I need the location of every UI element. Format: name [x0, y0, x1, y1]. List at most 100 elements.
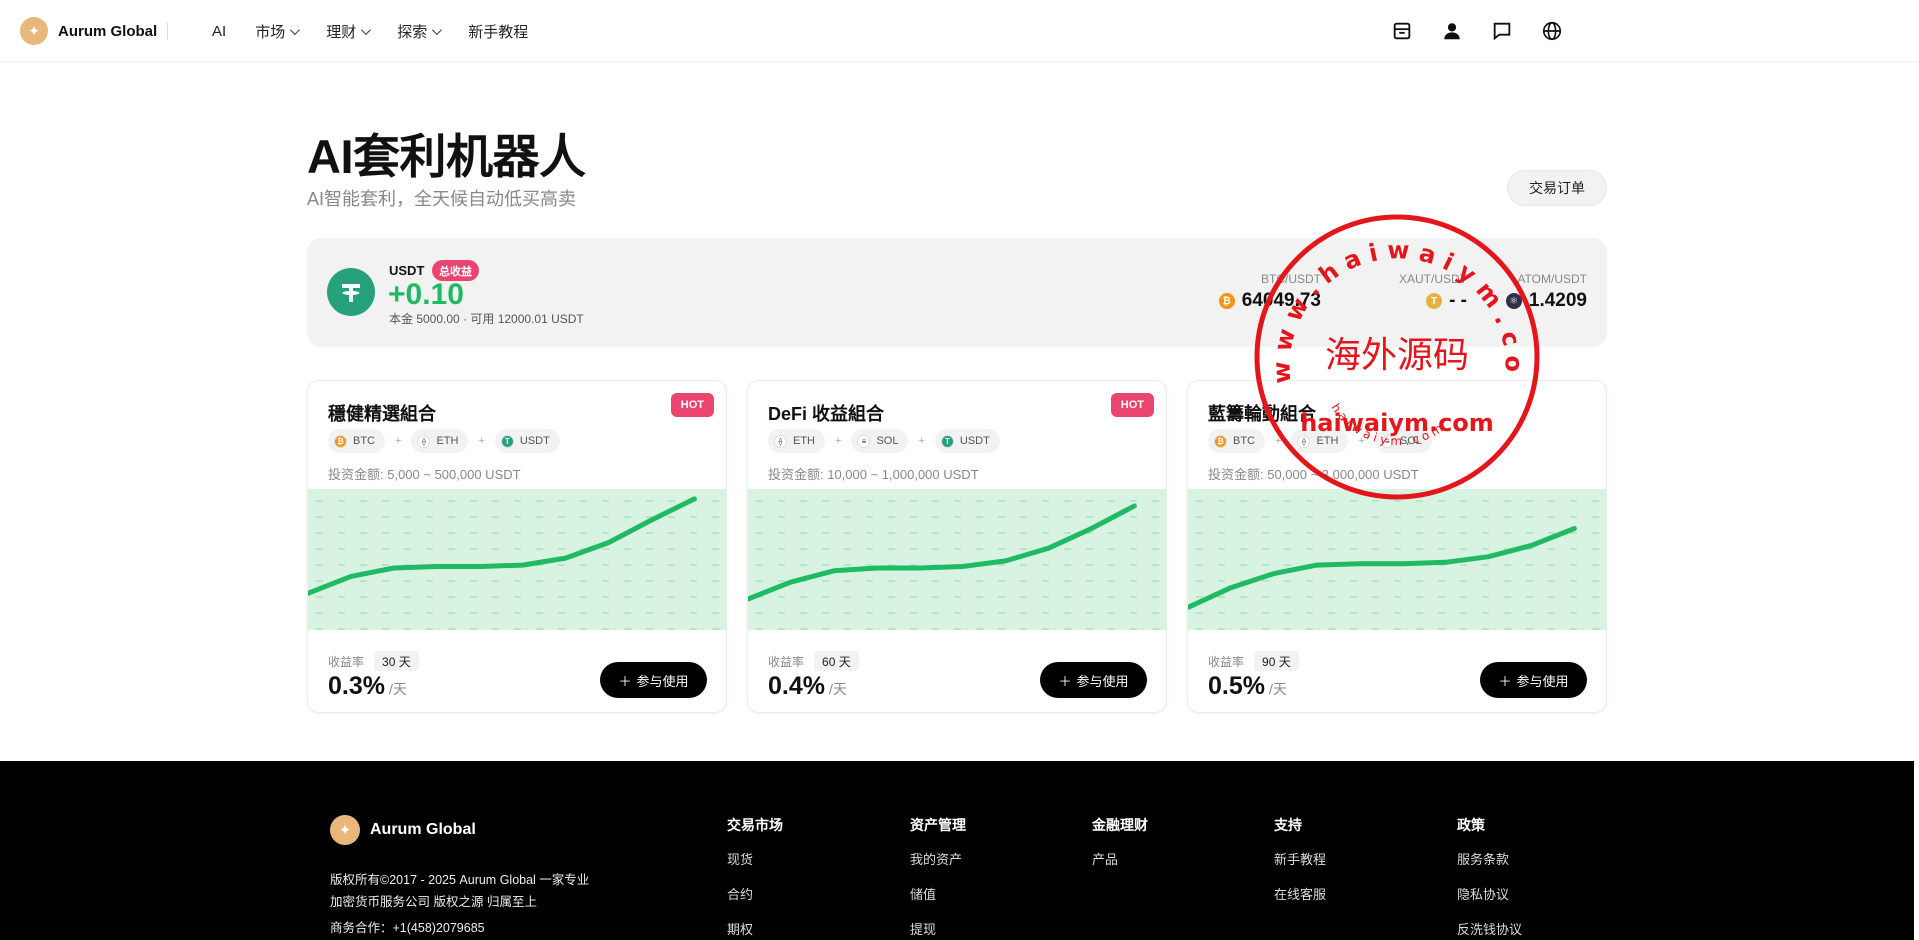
footer-column-title: 交易市场	[727, 817, 783, 833]
footer-column-title: 支持	[1274, 817, 1302, 833]
coin-icon: ≡	[857, 434, 871, 448]
inbox-icon[interactable]	[1391, 20, 1413, 42]
rate-unit: /天	[388, 681, 407, 697]
footer-brand[interactable]: ✦ Aurum Global	[330, 815, 476, 845]
join-button[interactable]: ＋参与使用	[1040, 662, 1147, 698]
footer: ✦ Aurum Global 版权所有©2017 - 2025 Aurum Gl…	[0, 761, 1914, 940]
top-header: ✦ Aurum Global AI 市场 理财 探索 新手教程	[0, 0, 1919, 62]
yield-chart-svg	[308, 496, 719, 630]
nav-item-market[interactable]: 市场	[255, 21, 301, 42]
footer-link[interactable]: 隐私协议	[1457, 884, 1522, 903]
coin-icon: T	[940, 434, 954, 448]
coin-icon: ₿	[334, 434, 347, 448]
coin-name: ETH	[436, 435, 459, 447]
nav-item-finance[interactable]: 理财	[326, 21, 372, 42]
ticker-btc[interactable]: BTC/USDT ₿ 64049.73	[1218, 272, 1321, 312]
coin-chip: ≡ SOL	[1374, 429, 1432, 453]
rate-unit: /天	[1268, 681, 1287, 697]
footer-link[interactable]: 期权	[727, 919, 783, 938]
footer-column-title: 资产管理	[910, 817, 966, 833]
footer-link[interactable]: 我的资产	[910, 849, 966, 868]
footer-column: 资产管理我的资产储值提现	[910, 815, 966, 940]
copyright-line: 版权所有©2017 - 2025 Aurum Global 一家专业	[330, 873, 590, 887]
ticker-atom[interactable]: ATOM/USDT ⚛ 1.4209	[1505, 272, 1587, 312]
ticker-xaut[interactable]: XAUT/USDT T - -	[1399, 272, 1467, 312]
plus-separator: +	[1358, 435, 1365, 447]
coin-chip: ₿ BTC	[1208, 429, 1265, 453]
coin-chip: T USDT	[934, 429, 1000, 453]
coin-list: ₿ BTC + ⟠ ETH + T USDT	[328, 429, 560, 453]
copyright-line: 加密货币服务公司 版权之源 归属至上	[330, 895, 537, 909]
nav-item-explore[interactable]: 探索	[397, 21, 443, 42]
business-contact: 商务合作：+1(458)2079685	[330, 921, 485, 935]
coin-icon: T	[500, 434, 514, 448]
footer-column: 支持新手教程在线客服	[1274, 815, 1326, 919]
daily-rate: 0.3%/天	[328, 672, 407, 701]
brand-name: Aurum Global	[58, 22, 158, 40]
nav-label: 理财	[326, 23, 357, 41]
plus-separator: +	[835, 435, 842, 447]
footer-link[interactable]: 合约	[727, 884, 783, 903]
ticker-price: - -	[1449, 290, 1467, 311]
nav-item-ai[interactable]: AI	[212, 23, 226, 40]
yield-chart	[308, 489, 726, 630]
rate-label: 收益率	[328, 654, 365, 669]
coin-name: USDT	[959, 435, 990, 447]
footer-column: 金融理财 产品	[1092, 815, 1148, 884]
rate-row: 收益率 30 天	[328, 651, 419, 671]
profit-summary-panel: USDT 总收益 +0.10 本金 5000.00 · 可用 12000.01 …	[307, 238, 1607, 347]
plus-separator: +	[918, 435, 925, 447]
coin-chip: T USDT	[494, 429, 560, 453]
yield-chart-svg	[1188, 500, 1599, 630]
strategy-card[interactable]: 藍籌輪動組合 ₿ BTC + ⟠ ETH + ≡ SOL 投资金额: 50,000 …	[1187, 380, 1607, 713]
join-label: 参与使用	[1076, 673, 1129, 689]
invest-range: 投资金额: 10,000 ~ 1,000,000 USDT	[768, 467, 979, 482]
footer-link[interactable]: 在线客服	[1274, 884, 1326, 903]
brand[interactable]: ✦ Aurum Global	[20, 16, 157, 46]
footer-link[interactable]: 反洗钱协议	[1457, 919, 1522, 938]
coin-icon: ₿	[1214, 434, 1227, 448]
summary-currency: USDT	[389, 263, 425, 278]
hot-badge: HOT	[1110, 393, 1154, 417]
strategy-card[interactable]: DeFi 收益組合 HOT ⟠ ETH + ≡ SOL + T USDT 投资金额:…	[747, 380, 1167, 713]
coin-icon: ≡	[1380, 434, 1394, 448]
coin-name: BTC	[1233, 435, 1255, 447]
rate-label: 收益率	[1208, 654, 1245, 669]
nav-label: 市场	[255, 23, 286, 41]
chevron-down-icon	[361, 24, 372, 35]
rate-value: 0.4%	[768, 672, 825, 700]
user-icon[interactable]	[1441, 20, 1463, 42]
footer-link[interactable]: 储值	[910, 884, 966, 903]
footer-link[interactable]: 服务条款	[1457, 849, 1522, 868]
chevron-down-icon	[432, 24, 443, 35]
chevron-down-icon	[290, 24, 301, 35]
card-title: DeFi 收益組合	[768, 404, 885, 424]
daily-rate: 0.4%/天	[768, 672, 847, 701]
strategy-card[interactable]: 穩健精選組合 HOT ₿ BTC + ⟠ ETH + T USDT 投资金额: 5,…	[307, 380, 727, 713]
globe-icon[interactable]	[1541, 20, 1563, 42]
yield-curve	[1188, 526, 1577, 610]
coin-name: BTC	[353, 435, 375, 447]
footer-column: 交易市场现货合约期权	[727, 815, 783, 940]
strategy-cards: 穩健精選組合 HOT ₿ BTC + ⟠ ETH + T USDT 投资金额: 5,…	[307, 380, 1607, 713]
xaut-icon: T	[1426, 293, 1443, 309]
coin-chip: ₿ BTC	[328, 429, 385, 453]
ticker-pair: XAUT/USDT	[1398, 272, 1467, 286]
period-badge: 90 天	[1254, 651, 1299, 671]
chat-icon[interactable]	[1491, 20, 1513, 42]
trade-orders-button[interactable]: 交易订单	[1507, 170, 1607, 206]
rate-value: 0.5%	[1208, 672, 1265, 700]
nav-item-tutorial[interactable]: 新手教程	[468, 21, 528, 42]
balance-detail: 本金 5000.00 · 可用 12000.01 USDT	[389, 312, 584, 326]
footer-copyright: 版权所有©2017 - 2025 Aurum Global 一家专业 加密货币服…	[330, 869, 620, 913]
nav-label: 探索	[397, 23, 428, 41]
coin-name: ETH	[1316, 435, 1339, 447]
btc-icon: ₿	[1218, 293, 1235, 309]
period-badge: 30 天	[374, 651, 419, 671]
footer-link[interactable]: 现货	[727, 849, 783, 868]
footer-link[interactable]: 产品	[1092, 849, 1148, 868]
footer-link[interactable]: 提现	[910, 919, 966, 938]
join-button[interactable]: ＋参与使用	[1480, 662, 1587, 698]
footer-link[interactable]: 新手教程	[1274, 849, 1326, 868]
join-button[interactable]: ＋参与使用	[600, 662, 707, 698]
